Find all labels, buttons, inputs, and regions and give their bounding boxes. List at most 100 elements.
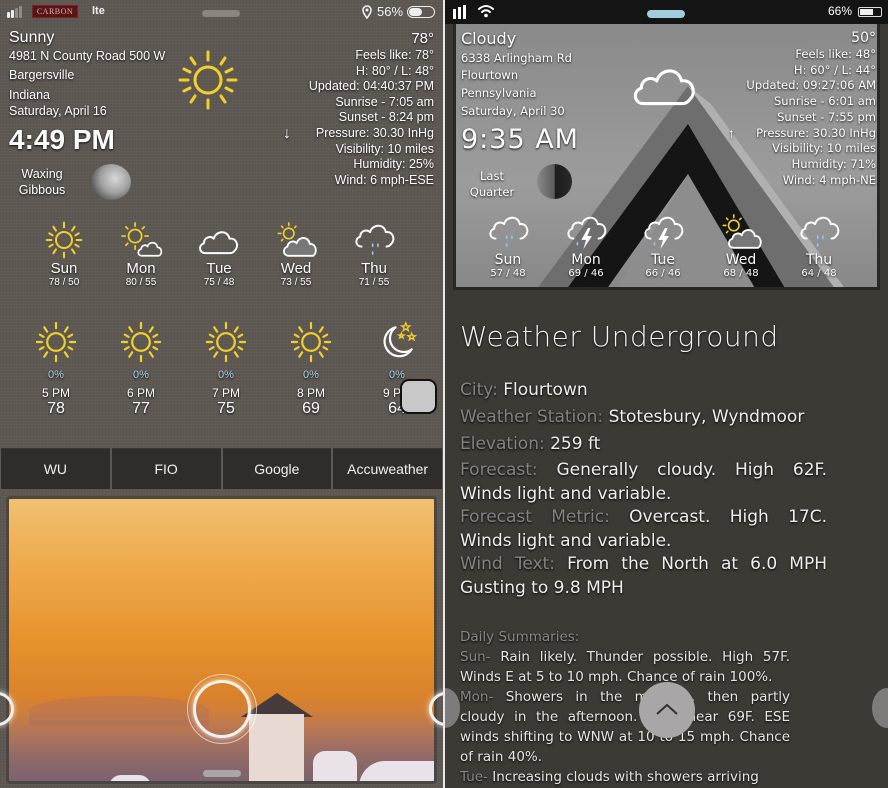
address-line: 4981 N County Road 500 W bbox=[9, 49, 166, 63]
sunset: Sunset - 8:24 pm bbox=[338, 110, 434, 125]
moon-phase-label: Waxing Gibbous bbox=[14, 166, 70, 198]
moon-phase-line2: Quarter bbox=[469, 185, 515, 199]
summary-day-label: Tue- bbox=[460, 769, 488, 785]
hour-temp: 69 bbox=[302, 400, 320, 417]
day-temp-range: 80 / 55 bbox=[125, 277, 157, 288]
moon-phase-line1: Waxing bbox=[21, 167, 63, 181]
day-temp-range: 78 / 50 bbox=[48, 277, 80, 288]
battery-icon bbox=[407, 6, 435, 18]
current-condition: Sunny bbox=[9, 29, 55, 46]
mostly-cloudy-icon bbox=[273, 220, 319, 260]
windmill bbox=[249, 714, 304, 781]
notification-grabber[interactable] bbox=[647, 10, 685, 18]
info-city: City: Flourtown bbox=[460, 379, 827, 403]
status-bar: 66% bbox=[445, 0, 888, 24]
tab-fio[interactable]: FIO bbox=[110, 447, 222, 490]
current-date: Saturday, April 16 bbox=[9, 104, 107, 118]
summary-day-label: Sun- bbox=[460, 649, 491, 665]
hour-temp: 77 bbox=[132, 400, 150, 417]
wifi-icon bbox=[478, 5, 494, 18]
sun-icon bbox=[178, 50, 238, 110]
sun-icon bbox=[119, 320, 163, 364]
day-name: Thu bbox=[805, 252, 833, 268]
hourly-forecast-item: 0% 7 PM 75 bbox=[196, 320, 256, 418]
day-name: Mon bbox=[571, 252, 601, 268]
control-center-grabber[interactable] bbox=[203, 770, 241, 777]
current-temperature: 78° bbox=[411, 30, 434, 47]
thunderstorm-icon bbox=[640, 212, 686, 252]
daily-forecast-item: Mon 80 / 55 bbox=[111, 220, 171, 288]
daily-forecast-item: Mon 69 / 46 bbox=[556, 212, 616, 279]
tab-google[interactable]: Google bbox=[221, 447, 333, 490]
summary-text: Showers in the morning, then partly clou… bbox=[460, 689, 790, 765]
info-label: Forecast: bbox=[460, 460, 538, 480]
high-low: H: 60° / L: 44° bbox=[793, 62, 876, 77]
hour-time: 7 PM bbox=[211, 386, 240, 400]
daily-forecast-item: Tue 75 / 48 bbox=[189, 220, 249, 288]
current-time: 9:35 AM bbox=[461, 124, 579, 155]
page-left-button[interactable] bbox=[445, 688, 460, 728]
wind: Wind: 4 mph-NE bbox=[782, 172, 876, 187]
summary-day-label: Mon- bbox=[460, 689, 494, 705]
daily-summary-item: Tue- Increasing clouds with showers arri… bbox=[460, 767, 790, 787]
day-name: Sun bbox=[50, 260, 78, 277]
updated-time: Updated: 09:27:06 AM bbox=[746, 78, 876, 93]
visibility: Visibility: 10 miles bbox=[335, 141, 434, 156]
precip-chance: 0% bbox=[218, 369, 234, 381]
photo-house bbox=[109, 775, 151, 781]
tab-accuweather[interactable]: Accuweather bbox=[332, 447, 443, 490]
battery-percent: 66% bbox=[827, 4, 852, 18]
state-name: Indiana bbox=[9, 88, 51, 102]
assistive-touch-button[interactable] bbox=[400, 379, 437, 414]
precip-chance: 0% bbox=[133, 369, 149, 381]
hourly-forecast-item: 0% 5 PM 78 bbox=[26, 320, 86, 418]
info-value: 259 ft bbox=[550, 434, 601, 454]
scroll-to-top-button[interactable] bbox=[639, 682, 695, 738]
daily-forecast-item: Thu 64 / 48 bbox=[789, 212, 849, 279]
sunrise: Sunrise - 6:01 am bbox=[773, 94, 876, 109]
info-forecast: Forecast: Generally cloudy. High 62F. Wi… bbox=[460, 459, 827, 506]
city-name: Flourtown bbox=[461, 68, 519, 82]
current-details: 78° Feels like: 78° H: 80° / L: 48° Upda… bbox=[309, 29, 434, 188]
day-temp-range: 66 / 46 bbox=[645, 268, 681, 279]
provider-tabs: WU FIO Google Accuweather bbox=[0, 447, 443, 490]
moon-icon bbox=[537, 164, 572, 199]
sunset: Sunset - 7:55 pm bbox=[777, 109, 876, 124]
home-button[interactable] bbox=[193, 680, 251, 738]
battery-percent: 56% bbox=[377, 4, 404, 19]
current-temperature: 50° bbox=[851, 30, 876, 46]
day-name: Sun bbox=[494, 252, 522, 268]
info-label: Weather Station: bbox=[460, 407, 604, 427]
info-value: Stotesbury, Wyndmoor bbox=[608, 407, 805, 427]
day-temp-range: 69 / 46 bbox=[568, 268, 604, 279]
humidity: Humidity: 71% bbox=[791, 156, 876, 171]
battery-icon bbox=[858, 7, 882, 17]
page-right-button[interactable] bbox=[872, 688, 888, 728]
info-label: City: bbox=[460, 380, 498, 400]
humidity: Humidity: 25% bbox=[353, 157, 434, 172]
info-label: Wind Text: bbox=[460, 554, 555, 574]
day-temp-range: 73 / 55 bbox=[280, 277, 312, 288]
hour-temp: 78 bbox=[47, 400, 65, 417]
pressure: Pressure: 30.30 InHg bbox=[315, 125, 434, 140]
tab-wu[interactable]: WU bbox=[0, 447, 111, 490]
sun-icon bbox=[204, 320, 248, 364]
provider-title: Weather Underground bbox=[460, 320, 779, 353]
daily-forecast-item: Sun 78 / 50 bbox=[34, 220, 94, 288]
daily-forecast-item: Wed 68 / 48 bbox=[711, 212, 771, 279]
precip-chance: 0% bbox=[48, 369, 64, 381]
rain-icon bbox=[485, 212, 531, 252]
day-temp-range: 64 / 48 bbox=[801, 268, 837, 279]
address-line: 6338 Arlingham Rd bbox=[461, 51, 572, 65]
moon-phase-line2: Gibbous bbox=[18, 183, 66, 197]
wind: Wind: 6 mph-ESE bbox=[334, 172, 434, 187]
notification-grabber[interactable] bbox=[202, 10, 240, 17]
pressure: Pressure: 30.30 InHg bbox=[756, 125, 876, 140]
carrier-label: CARBON bbox=[32, 5, 78, 18]
current-date: Saturday, April 30 bbox=[461, 104, 565, 118]
pressure-trend-arrow: ↑ bbox=[728, 125, 735, 141]
state-name: Pennsylvania bbox=[461, 86, 537, 100]
daily-summary-item: Sun- Rain likely. Thunder possible. High… bbox=[460, 647, 790, 687]
day-temp-range: 75 / 48 bbox=[203, 277, 235, 288]
visibility: Visibility: 10 miles bbox=[772, 141, 876, 156]
